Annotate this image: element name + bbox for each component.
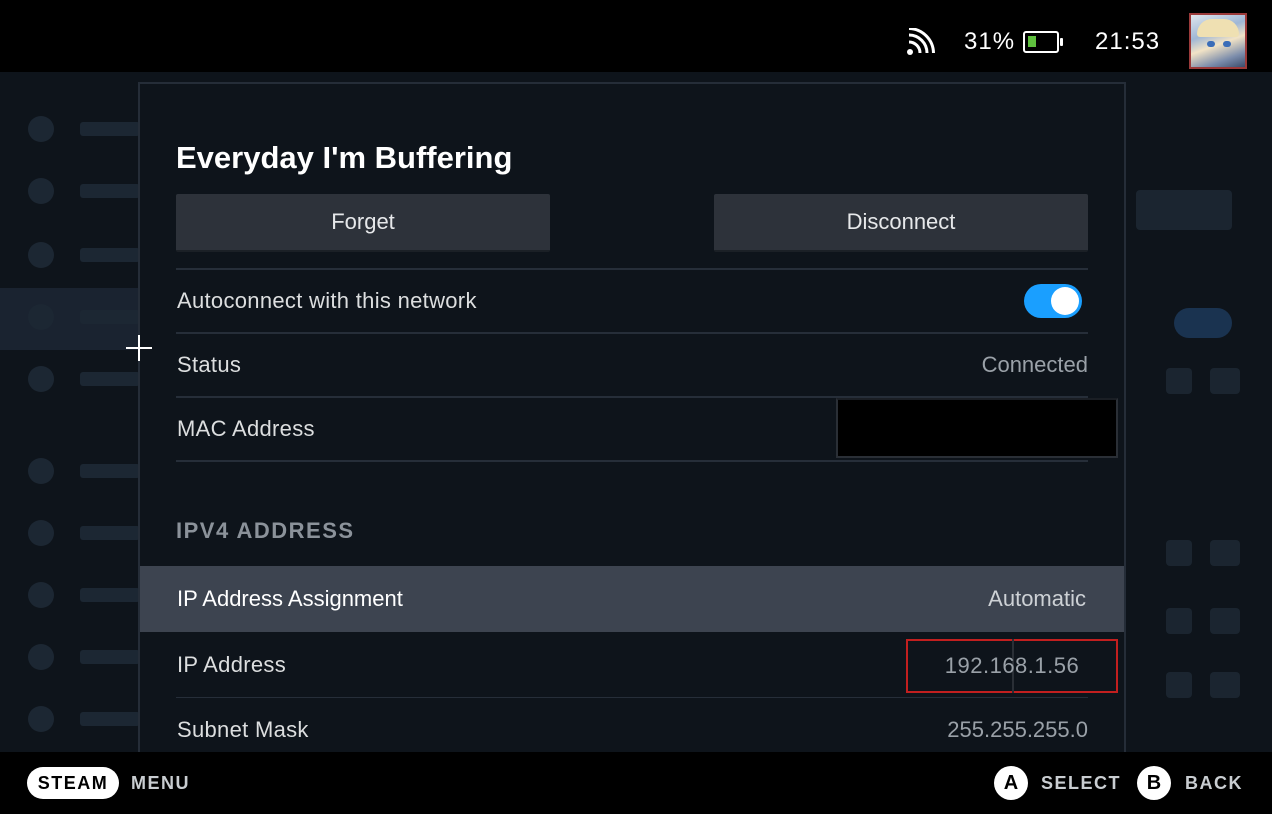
battery-percent: 31% bbox=[964, 28, 1016, 55]
back-hint-label: BACK bbox=[1185, 773, 1243, 793]
battery-fill bbox=[1028, 36, 1036, 47]
ip-assignment-label: IP Address Assignment bbox=[177, 586, 403, 611]
autoconnect-label: Autoconnect with this network bbox=[177, 288, 477, 313]
wifi-icon bbox=[907, 28, 935, 55]
forget-button[interactable]: Forget bbox=[176, 194, 550, 252]
mac-address-label: MAC Address bbox=[177, 416, 315, 441]
autoconnect-toggle[interactable] bbox=[1024, 284, 1082, 318]
steam-button[interactable]: STEAM bbox=[27, 767, 119, 799]
crosshair-cursor-icon bbox=[126, 335, 152, 361]
select-hint-label: SELECT bbox=[1041, 773, 1122, 793]
network-name-title: Everyday I'm Buffering bbox=[176, 140, 513, 175]
ip-address-label: IP Address bbox=[177, 651, 286, 677]
avatar[interactable] bbox=[1189, 13, 1247, 69]
mac-address-redacted bbox=[836, 398, 1118, 458]
background-network-list bbox=[1126, 72, 1272, 752]
subnet-mask-value: 255.255.255.0 bbox=[947, 717, 1088, 742]
status-row: Status Connected bbox=[176, 332, 1088, 396]
status-value: Connected bbox=[981, 352, 1088, 377]
network-details-dialog: Everyday I'm Buffering Forget Disconnect… bbox=[138, 82, 1126, 762]
disconnect-button[interactable]: Disconnect bbox=[714, 194, 1088, 252]
clock: 21:53 bbox=[1095, 28, 1161, 55]
status-label: Status bbox=[177, 352, 242, 377]
ip-address-value-box: 192.168.1.56 bbox=[906, 639, 1118, 693]
footer-hint-bar: STEAM MENU A SELECT B BACK bbox=[0, 752, 1272, 814]
a-button-icon[interactable]: A bbox=[994, 766, 1028, 800]
background-settings-sidebar bbox=[0, 72, 140, 752]
subnet-mask-label: Subnet Mask bbox=[177, 717, 309, 742]
ipv4-section-header: IPV4 ADDRESS bbox=[176, 518, 355, 543]
b-button-icon[interactable]: B bbox=[1137, 766, 1171, 800]
battery-icon bbox=[1023, 31, 1063, 53]
ip-assignment-value: Automatic bbox=[988, 586, 1086, 611]
autoconnect-row[interactable]: Autoconnect with this network bbox=[176, 268, 1088, 332]
status-bar: 31% 21:53 bbox=[0, 0, 1272, 72]
ip-assignment-row[interactable]: IP Address Assignment Automatic bbox=[140, 566, 1124, 632]
ip-address-value: 192.168.1.56 bbox=[944, 653, 1080, 678]
menu-hint-label: MENU bbox=[131, 773, 190, 793]
